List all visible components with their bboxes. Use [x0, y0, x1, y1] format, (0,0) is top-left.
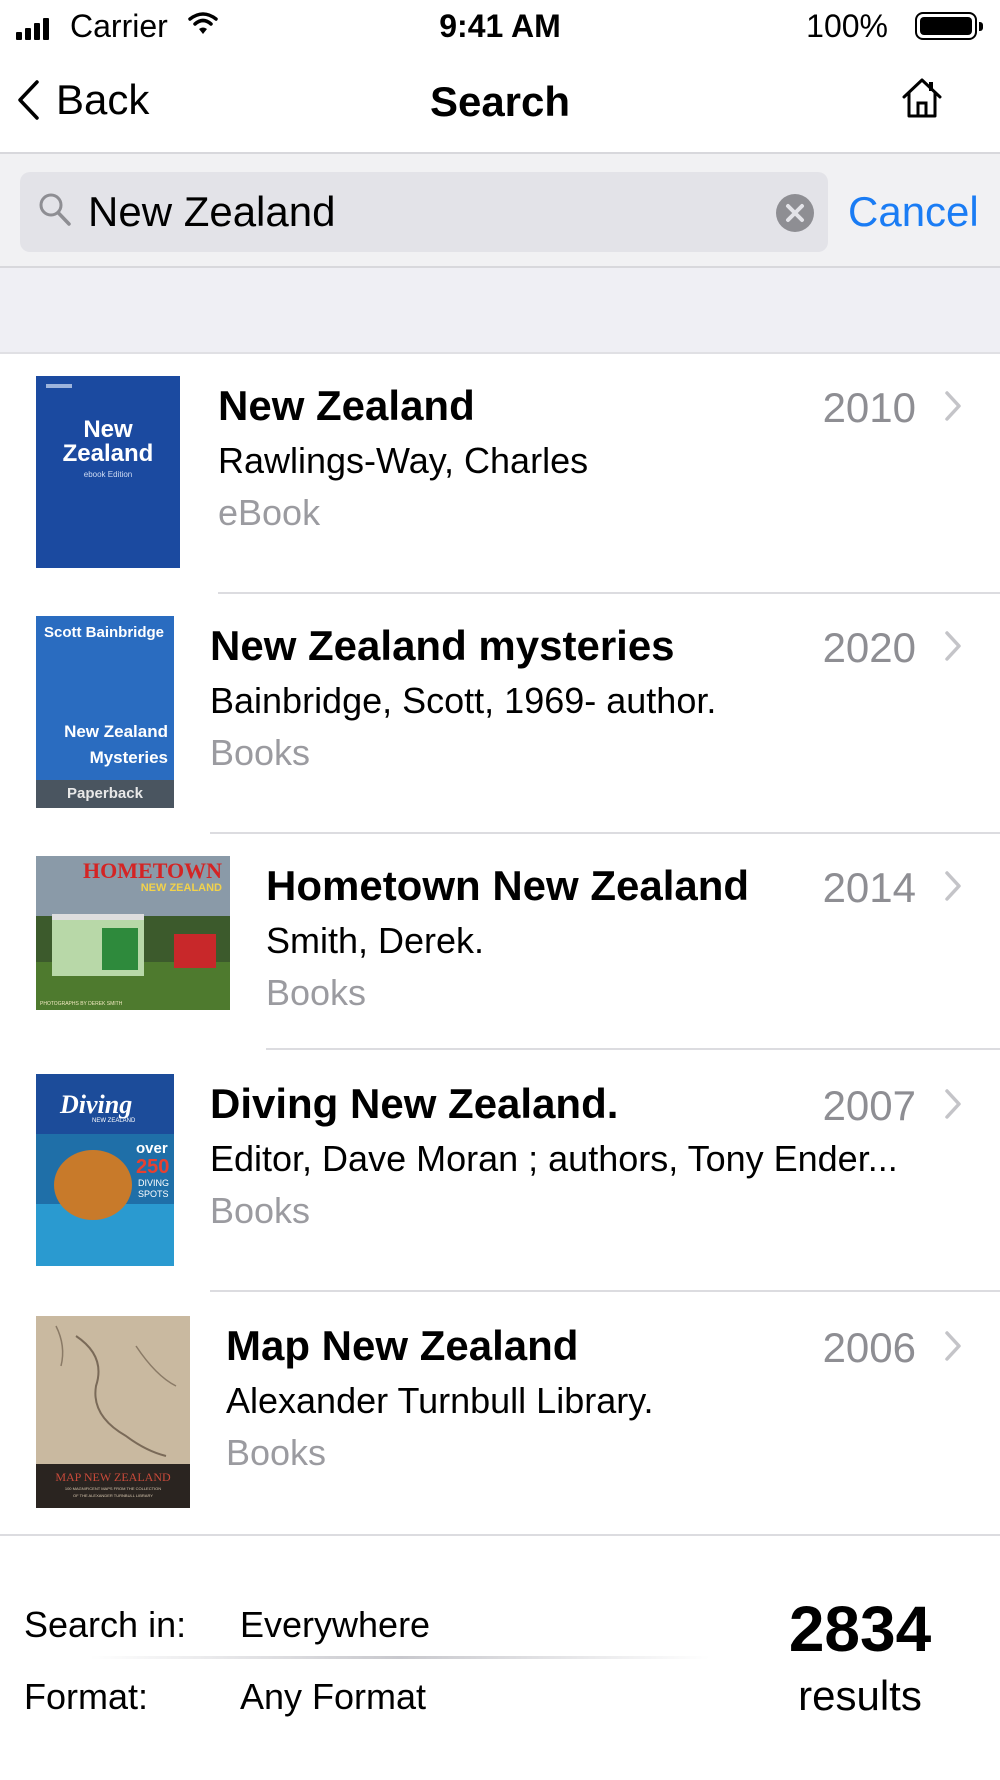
clear-search-icon[interactable]: [776, 194, 814, 232]
book-cover: HOMETOWN NEW ZEALAND PHOTOGRAPHS BY DERE…: [36, 856, 230, 1010]
search-summary-panel: Search in: Everywhere Format: Any Format…: [0, 1534, 1000, 1780]
list-item[interactable]: HOMETOWN NEW ZEALAND PHOTOGRAPHS BY DERE…: [0, 834, 1000, 1050]
result-format: Books: [210, 1190, 311, 1231]
cover-diving: DIVING: [138, 1178, 170, 1188]
result-author: Bainbridge, Scott, 1969- author.: [210, 680, 717, 721]
cover-title-line2: Zealand: [62, 440, 154, 467]
result-title: New Zealand: [218, 382, 475, 429]
search-icon: [39, 193, 71, 226]
cover-title: Diving: [60, 1090, 133, 1119]
home-icon[interactable]: [900, 76, 944, 120]
book-cover: New Zealand ebook Edition: [36, 376, 180, 568]
result-year: 2010: [822, 384, 916, 431]
search-input[interactable]: [88, 188, 728, 236]
section-spacer: [0, 268, 1000, 354]
search-in-value[interactable]: Everywhere: [240, 1604, 430, 1646]
navigation-bar: Back Search: [0, 56, 1000, 154]
book-cover: Diving NEW ZEALAND over 250 DIVING SPOTS: [36, 1074, 174, 1266]
list-item[interactable]: New Zealand ebook Edition New Zealand Ra…: [0, 354, 1000, 594]
result-author: Rawlings-Way, Charles: [218, 440, 589, 481]
search-field[interactable]: [20, 172, 828, 252]
cover-edition: Paperback: [36, 780, 174, 808]
cover-title: MAP NEW ZEALAND: [55, 1470, 171, 1484]
result-year: 2006: [822, 1324, 916, 1371]
result-format: Books: [226, 1432, 327, 1473]
book-cover: MAP NEW ZEALAND 100 MAGNIFICENT MAPS FRO…: [36, 1316, 190, 1508]
cover-subtitle2: OF THE ALEXANDER TURNBULL LIBRARY: [73, 1493, 153, 1498]
chevron-right-icon: [945, 1089, 961, 1119]
chevron-right-icon: [945, 871, 961, 901]
result-format: Books: [266, 972, 367, 1013]
result-format: eBook: [218, 492, 321, 533]
result-year: 2020: [822, 624, 916, 671]
cancel-button[interactable]: Cancel: [848, 188, 979, 236]
chevron-right-icon: [945, 391, 961, 421]
format-label: Format:: [24, 1676, 149, 1717]
cover-over: over: [136, 1140, 168, 1157]
status-bar: Carrier 9:41 AM 100%: [0, 0, 1000, 54]
cover-author: Scott Bainbridge: [44, 624, 165, 641]
cover-title-line1: New Zealand: [64, 722, 168, 741]
result-count: 2834: [788, 1593, 932, 1665]
chevron-right-icon: [945, 1331, 961, 1361]
result-title: New Zealand mysteries: [210, 622, 675, 669]
cover-subtitle1: 100 MAGNIFICENT MAPS FROM THE COLLECTION: [64, 1486, 162, 1491]
result-year: 2014: [822, 864, 916, 911]
cover-title-line2: Mysteries: [89, 748, 168, 767]
result-title: Map New Zealand: [226, 1322, 579, 1369]
list-item[interactable]: Scott Bainbridge New Zealand Mysteries P…: [0, 594, 1000, 834]
cover-subtitle: ebook Edition: [83, 470, 133, 479]
result-count-label: results: [798, 1672, 922, 1719]
result-title: Hometown New Zealand: [266, 862, 750, 909]
list-item[interactable]: MAP NEW ZEALAND 100 MAGNIFICENT MAPS FRO…: [0, 1292, 1000, 1534]
cover-spots: SPOTS: [138, 1189, 169, 1199]
result-author: Alexander Turnbull Library.: [226, 1380, 654, 1421]
result-format: Books: [210, 732, 311, 773]
cover-count: 250: [136, 1156, 170, 1178]
book-cover: Scott Bainbridge New Zealand Mysteries P…: [36, 616, 174, 808]
cover-title-line2: NEW ZEALAND: [140, 882, 222, 894]
format-value[interactable]: Any Format: [240, 1676, 426, 1718]
divider: [90, 1656, 710, 1659]
cover-credit: PHOTOGRAPHS BY DEREK SMITH: [40, 1001, 123, 1007]
battery-percent: 100%: [806, 8, 888, 44]
cover-title-line1: HOMETOWN: [83, 858, 222, 883]
list-item[interactable]: Diving NEW ZEALAND over 250 DIVING SPOTS…: [0, 1050, 1000, 1292]
page-title: Search: [429, 78, 571, 125]
result-author: Editor, Dave Moran ; authors, Tony Ender…: [210, 1138, 898, 1179]
result-title: Diving New Zealand.: [210, 1080, 619, 1127]
chevron-right-icon: [945, 631, 961, 661]
search-bar: Cancel: [0, 154, 1000, 268]
result-author: Smith, Derek.: [266, 920, 485, 961]
search-in-label: Search in:: [24, 1604, 187, 1645]
result-year: 2007: [822, 1082, 916, 1129]
battery-icon: [915, 12, 983, 40]
cover-subtitle: NEW ZEALAND: [92, 1118, 136, 1124]
